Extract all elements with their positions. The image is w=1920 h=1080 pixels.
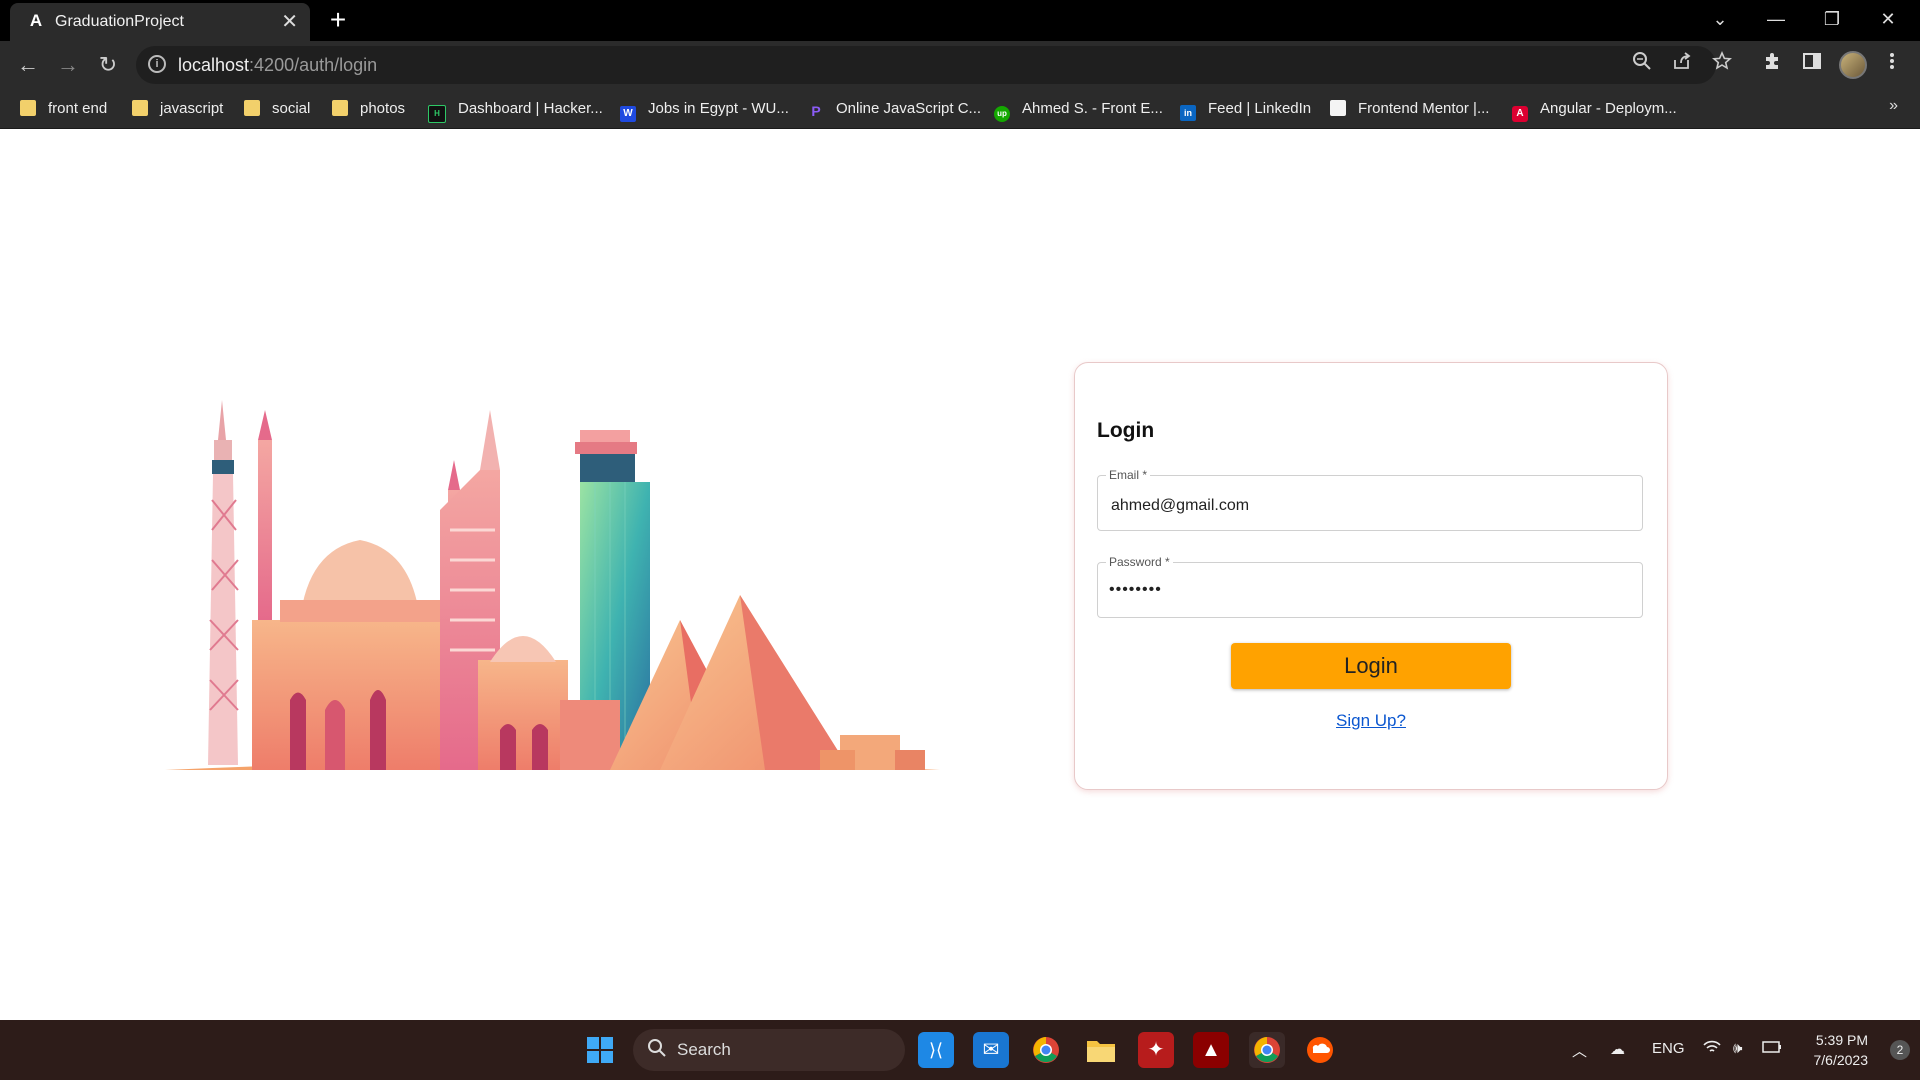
system-clock[interactable]: 5:39 PM 7/6/2023 xyxy=(1814,1030,1869,1070)
bookmarks-bar: front end javascript social photos H Dash… xyxy=(0,89,1920,129)
tab-graduation-project[interactable]: A GraduationProject ✕ xyxy=(10,3,310,41)
folder-icon xyxy=(332,100,348,116)
bookmark-photos[interactable]: photos xyxy=(332,97,405,121)
password-label: Password * xyxy=(1106,555,1173,569)
email-label: Email * xyxy=(1106,468,1151,482)
bookmark-programiz[interactable]: P Online JavaScript C... xyxy=(808,97,981,121)
frontend-mentor-icon xyxy=(1330,100,1346,116)
bookmark-hackerrank[interactable]: H Dashboard | Hacker... xyxy=(428,97,603,123)
chrome-active-icon[interactable] xyxy=(1249,1032,1285,1068)
zoom-icon[interactable] xyxy=(1627,50,1657,80)
login-title: Login xyxy=(1097,419,1155,442)
bookmark-social[interactable]: social xyxy=(244,97,310,121)
programiz-icon: P xyxy=(811,103,821,119)
tab-title: GraduationProject xyxy=(55,13,184,30)
bookmark-star-icon[interactable] xyxy=(1707,50,1737,80)
game-app-icon[interactable]: ▲ xyxy=(1193,1032,1229,1068)
windows-taskbar: Search ⟩⟨ ✉ ✦ ▲ ︿ ☁ ENG 🕪 5:39 PM 7/6/20… xyxy=(0,1020,1920,1080)
forward-button[interactable]: → xyxy=(52,49,84,81)
chrome-icon[interactable] xyxy=(1028,1032,1064,1068)
tray-chevron-up-icon[interactable]: ︿ xyxy=(1572,1040,1587,1061)
profile-avatar[interactable] xyxy=(1839,51,1867,79)
tab-search-icon[interactable]: ⌄ xyxy=(1692,0,1748,41)
folder-icon xyxy=(244,100,260,116)
soundcloud-icon[interactable] xyxy=(1302,1032,1338,1068)
login-button[interactable]: Login xyxy=(1231,643,1511,689)
bookmark-frontend-mentor[interactable]: Frontend Mentor |... xyxy=(1330,97,1489,121)
signup-link-wrap: Sign Up? xyxy=(1075,711,1667,731)
upwork-icon: up xyxy=(994,106,1010,122)
notification-badge[interactable]: 2 xyxy=(1890,1040,1910,1060)
address-bar[interactable]: i localhost:4200/auth/login xyxy=(136,46,1732,84)
volume-icon[interactable]: 🕪 xyxy=(1733,1040,1742,1057)
clock-date: 7/6/2023 xyxy=(1813,1052,1869,1068)
search-icon xyxy=(647,1038,667,1064)
bookmark-angular[interactable]: A Angular - Deploym... xyxy=(1512,97,1677,122)
battery-icon[interactable] xyxy=(1762,1040,1782,1058)
linkedin-icon: in xyxy=(1180,105,1196,121)
bookmark-javascript[interactable]: javascript xyxy=(132,97,223,121)
password-input[interactable]: •••••••• xyxy=(1109,581,1629,599)
side-panel-icon[interactable] xyxy=(1796,49,1828,81)
search-label: Search xyxy=(677,1040,731,1059)
file-explorer-icon[interactable] xyxy=(1083,1032,1119,1068)
taskbar-search[interactable]: Search xyxy=(633,1029,905,1071)
onedrive-cloud-icon[interactable]: ☁ xyxy=(1610,1040,1625,1058)
cairo-skyline-illustration xyxy=(165,400,940,770)
browser-toolbar: ← → ↻ i localhost:4200/auth/login xyxy=(0,41,1920,89)
menu-kebab-icon[interactable] xyxy=(1876,49,1908,81)
hackerrank-icon: H xyxy=(428,105,446,123)
page-content: Login Email * Password * •••••••• Login … xyxy=(0,129,1920,1020)
spiderman-game-icon[interactable]: ✦ xyxy=(1138,1032,1174,1068)
bookmark-upwork[interactable]: up Ahmed S. - Front E... xyxy=(994,97,1163,122)
login-card: Login Email * Password * •••••••• Login … xyxy=(1074,362,1668,790)
tab-close-icon[interactable]: ✕ xyxy=(281,9,298,35)
language-indicator[interactable]: ENG xyxy=(1652,1040,1685,1057)
password-field[interactable]: Password * •••••••• xyxy=(1097,555,1643,618)
restore-button[interactable]: ❐ xyxy=(1804,0,1860,41)
angular-favicon-icon: A xyxy=(29,11,43,30)
back-button[interactable]: ← xyxy=(12,49,44,81)
signup-link[interactable]: Sign Up? xyxy=(1336,711,1406,730)
browser-tab-strip: A GraduationProject ✕ + ⌄ — ❐ ✕ xyxy=(0,0,1920,41)
bookmark-linkedin[interactable]: in Feed | LinkedIn xyxy=(1180,97,1311,121)
bookmarks-overflow-icon[interactable]: » xyxy=(1889,97,1898,115)
minimize-button[interactable]: — xyxy=(1748,0,1804,41)
mail-icon[interactable]: ✉ xyxy=(973,1032,1009,1068)
folder-icon xyxy=(132,100,148,116)
email-field[interactable]: Email * xyxy=(1097,468,1643,531)
clock-time: 5:39 PM xyxy=(1815,1032,1868,1048)
extensions-icon[interactable] xyxy=(1756,49,1788,81)
vscode-icon[interactable]: ⟩⟨ xyxy=(918,1032,954,1068)
url-text[interactable]: localhost:4200/auth/login xyxy=(178,55,377,76)
close-window-button[interactable]: ✕ xyxy=(1860,0,1916,41)
folder-icon xyxy=(20,100,36,116)
wifi-icon[interactable] xyxy=(1703,1040,1721,1058)
angular-icon: A xyxy=(1512,106,1528,122)
windows-start-icon[interactable] xyxy=(582,1032,618,1068)
bookmark-wuzzuf[interactable]: W Jobs in Egypt - WU... xyxy=(620,97,789,122)
new-tab-button[interactable]: + xyxy=(322,4,354,36)
email-input[interactable] xyxy=(1109,496,1633,516)
wuzzuf-icon: W xyxy=(620,106,636,122)
site-info-icon[interactable]: i xyxy=(148,55,166,73)
bookmark-front-end[interactable]: front end xyxy=(20,97,107,121)
share-icon[interactable] xyxy=(1667,50,1697,80)
reload-button[interactable]: ↻ xyxy=(92,49,124,81)
